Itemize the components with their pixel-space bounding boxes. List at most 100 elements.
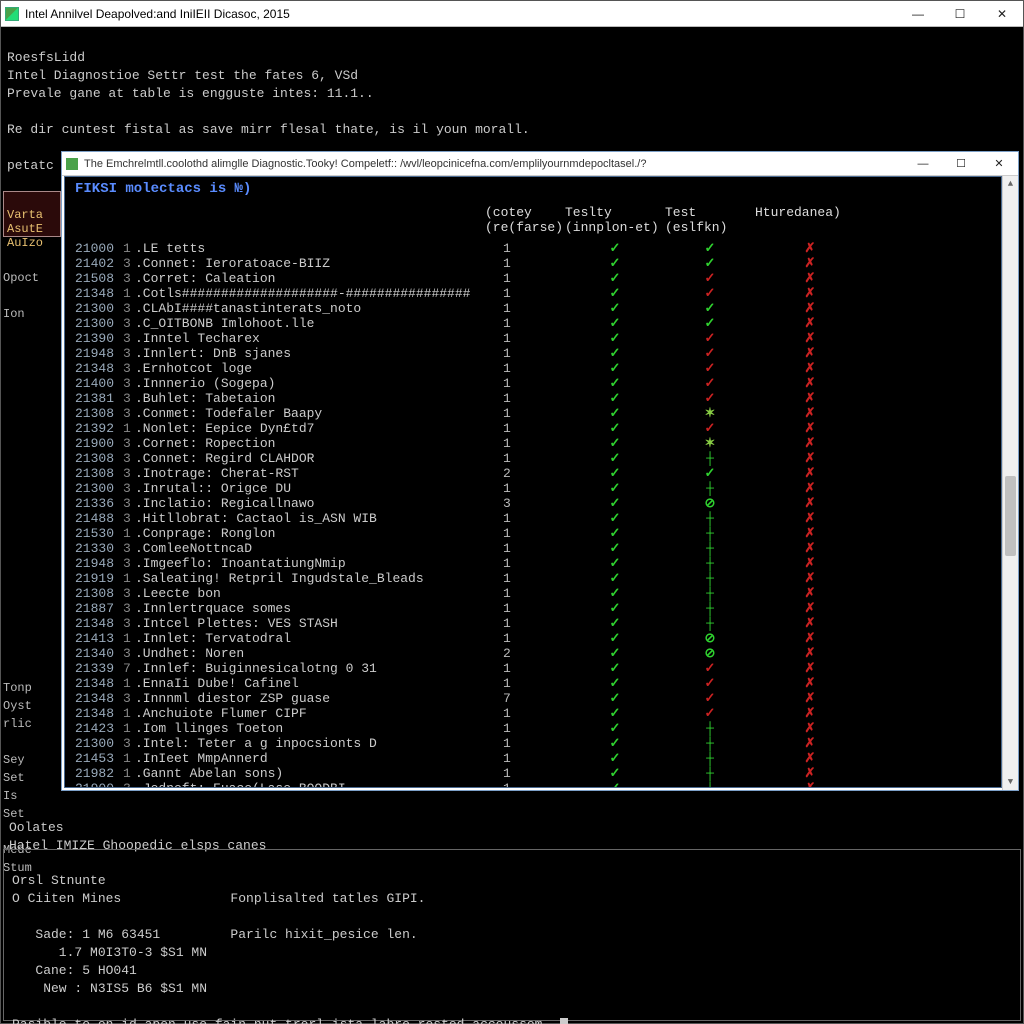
result-row[interactable]: 213363.Inclatio: Regicallnawo3✓⊘✗ <box>75 496 993 511</box>
result-row[interactable]: 214023.Connet: Ieroratoace-BIIZ1✓✓✗ <box>75 256 993 271</box>
star-icon: ✶ <box>665 436 755 451</box>
x-icon: ✗ <box>755 601 865 616</box>
row-id: 21392 <box>75 421 123 436</box>
x-icon: ✗ <box>755 496 865 511</box>
result-row[interactable]: 213083.Connet: Regird CLAHDOR1✓┼✗ <box>75 451 993 466</box>
row-count: 1 <box>485 556 565 571</box>
result-row[interactable]: 213083.Inotrage: Cherat-RST2✓✓✗ <box>75 466 993 481</box>
fail-icon: ✓ <box>665 376 755 391</box>
result-row[interactable]: 213003.C_OITBONB Imlohoot.lle1✓✓✗ <box>75 316 993 331</box>
result-row[interactable]: 218873.Innlertrquace somes1✓┼✗ <box>75 601 993 616</box>
result-row[interactable]: 219821.Gannt Abelan sons)1✓┼✗ <box>75 766 993 781</box>
result-row[interactable]: 213903.Inntel Techarex1✓✓✗ <box>75 331 993 346</box>
pass-icon: ✓ <box>565 466 665 481</box>
result-row[interactable]: 219191.Saleating! Retpril Ingudstale_Ble… <box>75 571 993 586</box>
side-label: Sey <box>3 753 25 767</box>
row-id: 21948 <box>75 556 123 571</box>
result-row[interactable]: 219483.Imgeeflo: InoantatiungNmip1✓┼✗ <box>75 556 993 571</box>
result-row[interactable]: 214003.Innnerio (Sogepa)1✓✓✗ <box>75 376 993 391</box>
result-row[interactable]: 213303.ComleeNottncaD1✓┼✗ <box>75 541 993 556</box>
x-icon: ✗ <box>755 451 865 466</box>
row-name: .Hitllobrat: Cactaol is_ASN WIB <box>135 511 485 526</box>
result-row[interactable]: 214883.Hitllobrat: Cactaol is_ASN WIB1✓┼… <box>75 511 993 526</box>
scrollbar-arrow-up-icon[interactable]: ▲ <box>1003 176 1018 192</box>
side-label: rlic <box>3 717 32 731</box>
pass-icon: ✓ <box>565 616 665 631</box>
result-row[interactable]: 213481.Cotls####################-#######… <box>75 286 993 301</box>
diagnostic-results-window: The Emchrelmtll.coolothd alimglle Diagno… <box>61 151 1019 791</box>
pass-icon: ✓ <box>565 676 665 691</box>
inner-scrollbar[interactable]: ▲ ▼ <box>1002 176 1018 790</box>
row-count: 1 <box>485 331 565 346</box>
result-row[interactable]: 210001.LE tetts1✓✓✗ <box>75 241 993 256</box>
pass-icon: ✓ <box>565 601 665 616</box>
result-row[interactable]: 213083.Leecte bon1✓┼✗ <box>75 586 993 601</box>
row-name: .Intel: Teter a g inpocsionts D <box>135 736 485 751</box>
row-id: 21390 <box>75 331 123 346</box>
row-seq: 1 <box>123 526 135 541</box>
result-row[interactable]: 213003.Inrutal:: Origce DU1✓┼✗ <box>75 481 993 496</box>
x-icon: ✗ <box>755 331 865 346</box>
scrollbar-thumb[interactable] <box>1005 476 1016 556</box>
result-row[interactable]: 214131.Innlet: Tervatodral1✓⊘✗ <box>75 631 993 646</box>
result-row[interactable]: 219003.Jodneft: Fuace(Lase BOODBI1✓┼✗ <box>75 781 993 788</box>
result-row[interactable]: 214531.InIeet MmpAnnerd1✓┼✗ <box>75 751 993 766</box>
result-row[interactable]: 213483.Intcel Plettes: VES STASH1✓┼✗ <box>75 616 993 631</box>
result-row[interactable]: 213003.Intel: Teter a g inpocsionts D1✓┼… <box>75 736 993 751</box>
row-id: 21308 <box>75 451 123 466</box>
result-row[interactable]: 213481.EnnaIi Dube! Cafinel1✓✓✗ <box>75 676 993 691</box>
result-row[interactable]: 219483.Innlert: DnB sjanes1✓✓✗ <box>75 346 993 361</box>
result-row[interactable]: 213083.Conmet: Todefaler Baapy1✓✶✗ <box>75 406 993 421</box>
x-icon: ✗ <box>755 436 865 451</box>
side-label: Tonp <box>3 681 32 695</box>
result-row[interactable]: 213403.Undhet: Noren2✓⊘✗ <box>75 646 993 661</box>
row-id: 21413 <box>75 631 123 646</box>
x-icon: ✗ <box>755 691 865 706</box>
inner-titlebar[interactable]: The Emchrelmtll.coolothd alimglle Diagno… <box>62 152 1018 176</box>
row-count: 1 <box>485 736 565 751</box>
diagnostic-body: FIKSI molectacs is №) (cotey (re(farse) … <box>64 176 1002 788</box>
dash-icon: ┼ <box>665 481 755 496</box>
inner-minimize-button[interactable]: — <box>904 152 942 175</box>
pass-icon: ✓ <box>565 241 665 256</box>
x-icon: ✗ <box>755 541 865 556</box>
row-seq: 3 <box>123 691 135 706</box>
pass-icon: ✓ <box>565 706 665 721</box>
result-row[interactable]: 219003.Cornet: Ropection1✓✶✗ <box>75 436 993 451</box>
result-row[interactable]: 214231.Iom llinges Toeton1✓┼✗ <box>75 721 993 736</box>
row-name: .Saleating! Retpril Ingudstale_Bleads <box>135 571 485 586</box>
scrollbar-arrow-down-icon[interactable]: ▼ <box>1003 774 1018 790</box>
row-count: 1 <box>485 601 565 616</box>
inner-maximize-button[interactable]: ☐ <box>942 152 980 175</box>
row-seq: 3 <box>123 616 135 631</box>
row-seq: 3 <box>123 511 135 526</box>
row-seq: 1 <box>123 706 135 721</box>
pass-icon: ✓ <box>565 436 665 451</box>
result-row[interactable]: 213483.Innnml diestor ZSP guase7✓✓✗ <box>75 691 993 706</box>
row-id: 21339 <box>75 661 123 676</box>
inner-close-button[interactable]: ✕ <box>980 152 1018 175</box>
side-labels: Opoct Ion <box>3 251 61 323</box>
pass-icon: ✓ <box>565 451 665 466</box>
x-icon: ✗ <box>755 766 865 781</box>
row-name: .Imgeeflo: InoantatiungNmip <box>135 556 485 571</box>
result-row[interactable]: 213921.Nonlet: Eepice Dyn£td71✓✓✗ <box>75 421 993 436</box>
pass-icon: ✓ <box>665 256 755 271</box>
result-row[interactable]: 213397.Innlef: Buiginnesicalotng 0 311✓✓… <box>75 661 993 676</box>
outer-close-button[interactable]: ✕ <box>981 1 1023 26</box>
outer-minimize-button[interactable]: — <box>897 1 939 26</box>
dash-icon: ┼ <box>665 556 755 571</box>
row-seq: 1 <box>123 241 135 256</box>
results-heading: FIKSI molectacs is №) <box>75 181 993 197</box>
result-row[interactable]: 213481.Anchuiote Flumer CIPF1✓✓✗ <box>75 706 993 721</box>
result-row[interactable]: 213483.Ernhotcot loge1✓✓✗ <box>75 361 993 376</box>
result-row[interactable]: 215083.Corret: Caleation1✓✓✗ <box>75 271 993 286</box>
row-name: .CLAbI####tanastinterats_noto <box>135 301 485 316</box>
result-row[interactable]: 213003.CLAbI####tanastinterats_noto1✓✓✗ <box>75 301 993 316</box>
row-seq: 3 <box>123 556 135 571</box>
result-row[interactable]: 215301.Conprage: Ronglon1✓┼✗ <box>75 526 993 541</box>
outer-maximize-button[interactable]: ☐ <box>939 1 981 26</box>
result-row[interactable]: 213813.Buhlet: Tabetaion1✓✓✗ <box>75 391 993 406</box>
fail-icon: ✓ <box>665 331 755 346</box>
x-icon: ✗ <box>755 391 865 406</box>
